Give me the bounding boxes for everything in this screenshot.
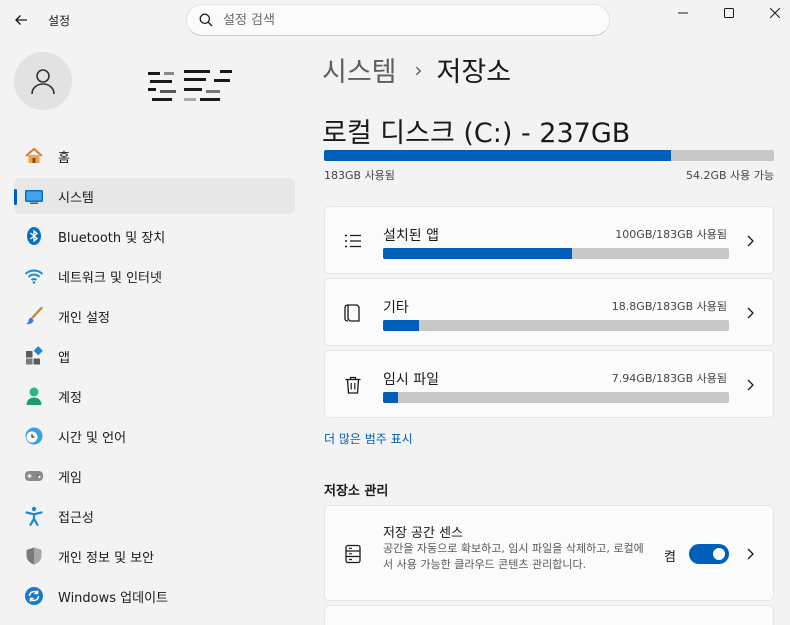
back-arrow-icon bbox=[15, 15, 27, 25]
sidebar-item-apps[interactable]: 앱 bbox=[14, 338, 295, 374]
sidebar-item-home[interactable]: 홈 bbox=[14, 138, 295, 174]
sidebar-item-gaming[interactable]: 게임 bbox=[14, 458, 295, 494]
sidebar-item-label: 접근성 bbox=[58, 510, 94, 526]
trash-icon bbox=[345, 376, 361, 394]
page-title: 저장소 bbox=[436, 57, 512, 88]
category-usage: 100GB/183GB 사용됨 bbox=[615, 228, 727, 241]
app-title: 설정 bbox=[48, 14, 71, 28]
account-icon bbox=[24, 386, 44, 406]
storage-sense-card[interactable]: 저장 공간 센스 공간을 자동으로 확보하고, 임시 파일을 삭제하고, 로컬에… bbox=[324, 505, 774, 601]
update-icon bbox=[24, 586, 44, 606]
storage-sense-toggle-label: 켬 bbox=[664, 550, 676, 565]
next-settings-card[interactable] bbox=[324, 605, 774, 625]
drive-usage-bar bbox=[324, 150, 774, 161]
minimize-icon bbox=[678, 12, 688, 14]
category-card-temp-files[interactable]: 임시 파일 7.94GB/183GB 사용됨 bbox=[324, 350, 774, 418]
drive-usage-fill bbox=[324, 150, 671, 161]
document-icon bbox=[344, 304, 360, 322]
sidebar-item-accessibility[interactable]: 접근성 bbox=[14, 498, 295, 534]
sidebar-item-label: 시간 및 언어 bbox=[58, 430, 127, 446]
home-icon bbox=[24, 146, 44, 166]
sidebar-item-label: 네트워크 및 인터넷 bbox=[58, 270, 162, 286]
show-more-categories-link[interactable]: 더 많은 범주 표시 bbox=[324, 430, 413, 447]
gamepad-icon bbox=[24, 466, 44, 486]
category-label: 설치된 앱 bbox=[383, 228, 439, 244]
drive-free-label: 54.2GB 사용 가능 bbox=[685, 169, 774, 182]
list-icon bbox=[345, 234, 361, 248]
category-label: 기타 bbox=[383, 300, 409, 316]
search-input[interactable] bbox=[223, 12, 583, 28]
minimize-button[interactable] bbox=[660, 0, 706, 26]
sidebar-item-label: 계정 bbox=[58, 390, 82, 406]
category-usage-fill bbox=[383, 392, 398, 403]
brush-icon bbox=[24, 306, 44, 326]
sidebar-item-personalization[interactable]: 개인 설정 bbox=[14, 298, 295, 334]
breadcrumb-parent[interactable]: 시스템 bbox=[322, 50, 397, 89]
sidebar-item-label: 게임 bbox=[58, 470, 82, 486]
chevron-right-icon bbox=[747, 307, 754, 319]
sidebar-item-windows-update[interactable]: Windows 업데이트 bbox=[14, 578, 295, 614]
category-usage-bar bbox=[383, 320, 729, 331]
sidebar-item-bluetooth[interactable]: Bluetooth 및 장치 bbox=[14, 218, 295, 254]
wifi-icon bbox=[24, 266, 44, 286]
chevron-right-icon bbox=[747, 379, 754, 391]
shield-icon bbox=[24, 546, 44, 566]
sidebar-item-label: 앱 bbox=[58, 350, 70, 366]
storage-sense-description: 공간을 자동으로 확보하고, 임시 파일을 삭제하고, 로컬에서 사용 가능한 … bbox=[383, 542, 644, 571]
breadcrumb: 시스템 › 저장소 bbox=[322, 50, 511, 89]
breadcrumb-separator: › bbox=[414, 57, 423, 82]
toggle-knob bbox=[713, 548, 725, 560]
chevron-right-icon bbox=[747, 235, 754, 247]
search-box[interactable] bbox=[186, 4, 610, 36]
sidebar-item-time-language[interactable]: 시간 및 언어 bbox=[14, 418, 295, 454]
category-usage: 7.94GB/183GB 사용됨 bbox=[611, 372, 727, 385]
title-bar: 설정 bbox=[0, 0, 790, 40]
close-icon bbox=[770, 8, 780, 18]
storage-sense-title: 저장 공간 센스 bbox=[383, 526, 464, 541]
back-button[interactable] bbox=[10, 9, 32, 31]
category-usage-bar bbox=[383, 248, 729, 259]
sidebar-item-label: Windows 업데이트 bbox=[58, 590, 169, 606]
sidebar-item-privacy-security[interactable]: 개인 정보 및 보안 bbox=[14, 538, 295, 574]
sidebar-item-label: Bluetooth 및 장치 bbox=[58, 230, 166, 246]
apps-icon bbox=[24, 346, 44, 366]
search-icon bbox=[199, 13, 213, 27]
category-usage-fill bbox=[383, 320, 419, 331]
clock-globe-icon bbox=[24, 426, 44, 446]
sidebar-item-label: 시스템 bbox=[58, 190, 94, 206]
close-button[interactable] bbox=[752, 0, 790, 26]
drive-used-label: 183GB 사용됨 bbox=[324, 169, 395, 182]
category-card-installed-apps[interactable]: 설치된 앱 100GB/183GB 사용됨 bbox=[324, 206, 774, 274]
maximize-icon bbox=[724, 8, 734, 18]
user-name-redacted bbox=[148, 70, 234, 104]
sidebar-item-accounts[interactable]: 계정 bbox=[14, 378, 295, 414]
avatar[interactable] bbox=[14, 52, 72, 110]
category-usage-fill bbox=[383, 248, 572, 259]
maximize-button[interactable] bbox=[706, 0, 752, 26]
storage-sense-toggle[interactable] bbox=[689, 544, 729, 564]
category-usage-bar bbox=[383, 392, 729, 403]
storage-drive-icon bbox=[345, 544, 361, 564]
drive-title: 로컬 디스크 (C:) - 237GB bbox=[322, 118, 631, 149]
chevron-right-icon bbox=[747, 548, 754, 560]
category-usage: 18.8GB/183GB 사용됨 bbox=[611, 300, 727, 313]
sidebar-item-label: 개인 정보 및 보안 bbox=[58, 550, 155, 566]
person-icon bbox=[31, 69, 55, 95]
category-label: 임시 파일 bbox=[383, 372, 439, 388]
section-title-storage-management: 저장소 관리 bbox=[324, 484, 389, 499]
bluetooth-icon bbox=[24, 226, 44, 246]
sidebar-nav: 홈 시스템 Bluetooth 및 장치 네트워크 및 인터넷 개인 설정 앱 … bbox=[14, 138, 295, 618]
sidebar-item-label: 홈 bbox=[58, 150, 70, 166]
system-icon bbox=[24, 186, 44, 206]
sidebar-item-system[interactable]: 시스템 bbox=[14, 178, 295, 214]
sidebar-item-network[interactable]: 네트워크 및 인터넷 bbox=[14, 258, 295, 294]
sidebar-item-label: 개인 설정 bbox=[58, 310, 110, 326]
accessibility-icon bbox=[24, 506, 44, 526]
category-card-other[interactable]: 기타 18.8GB/183GB 사용됨 bbox=[324, 278, 774, 346]
